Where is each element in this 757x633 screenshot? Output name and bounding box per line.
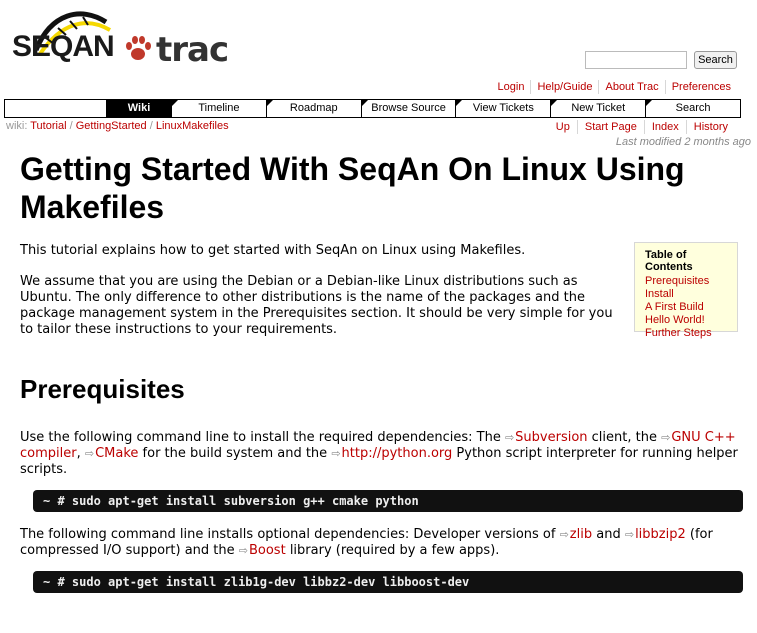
history-link[interactable]: History xyxy=(685,120,735,134)
toc-title: Table of Contents xyxy=(645,249,693,273)
toc-item-hello-world[interactable]: Hello World! xyxy=(645,314,737,327)
tab-roadmap[interactable]: Roadmap xyxy=(265,100,361,117)
tab-new-ticket[interactable]: New Ticket xyxy=(550,100,645,117)
last-modified: Last modified 2 months ago xyxy=(616,136,751,148)
external-link-icon: ⇨ xyxy=(624,528,635,541)
tab-timeline[interactable]: Timeline xyxy=(171,100,266,117)
prereq-text-2: client, the xyxy=(587,430,662,445)
breadcrumb: wiki: Tutorial / GettingStarted / LinuxM… xyxy=(6,120,229,132)
paw-icon xyxy=(126,36,151,60)
breadcrumb-separator: / xyxy=(149,120,153,132)
zlib-link-label: zlib xyxy=(569,527,593,542)
last-modified-prefix: Last modified xyxy=(615,136,682,148)
main-nav: Wiki Timeline Roadmap Browse Source View… xyxy=(4,99,741,118)
cmake-link-label: CMake xyxy=(95,446,139,461)
page-title: Getting Started With SeqAn On Linux Usin… xyxy=(20,151,685,225)
logo-seqan-text: SEQAN xyxy=(12,30,115,63)
intro-paragraph: This tutorial explains how to get starte… xyxy=(20,243,526,258)
optional-paragraph: The following command line installs opti… xyxy=(20,527,757,559)
subversion-link-label: Subversion xyxy=(515,430,588,445)
toc-item-install[interactable]: Install xyxy=(645,288,737,301)
python-link[interactable]: ⇨http://python.org xyxy=(331,446,452,461)
python-link-label: http://python.org xyxy=(341,446,453,461)
tab-browse-source[interactable]: Browse Source xyxy=(360,100,456,117)
start-page-link[interactable]: Start Page xyxy=(576,120,644,134)
optional-text-4: library (required by a few apps). xyxy=(285,543,500,558)
toc-item-further-steps[interactable]: Further Steps xyxy=(645,327,737,340)
up-link[interactable]: Up xyxy=(549,120,577,134)
meta-nav: Login Help/Guide About Trac Preferences xyxy=(492,80,737,94)
tab-search[interactable]: Search xyxy=(645,100,740,117)
login-link[interactable]: Login xyxy=(492,80,531,94)
optional-text-2: and xyxy=(592,527,625,542)
prereq-text-1: Use the following command line to instal… xyxy=(20,430,505,445)
breadcrumb-tutorial[interactable]: Tutorial xyxy=(30,120,66,132)
about-trac-link[interactable]: About Trac xyxy=(598,80,664,94)
search-button[interactable]: Search xyxy=(694,51,737,69)
search-input[interactable] xyxy=(585,51,687,69)
toc-item-prerequisites[interactable]: Prerequisites xyxy=(645,275,737,288)
external-link-icon: ⇨ xyxy=(238,544,248,557)
last-modified-age-link[interactable]: 2 months ago xyxy=(684,136,751,148)
prerequisites-paragraph: Use the following command line to instal… xyxy=(20,430,740,478)
boost-link[interactable]: ⇨Boost xyxy=(239,543,286,558)
subversion-link[interactable]: ⇨Subversion xyxy=(505,430,588,445)
toc-item-first-build[interactable]: A First Build xyxy=(645,301,737,314)
tab-wiki[interactable]: Wiki xyxy=(106,100,171,117)
zlib-link[interactable]: ⇨zlib xyxy=(560,527,593,542)
external-link-icon: ⇨ xyxy=(504,431,515,444)
external-link-icon: ⇨ xyxy=(84,447,95,460)
boost-link-label: Boost xyxy=(248,543,286,558)
libbzip2-link[interactable]: ⇨libbzip2 xyxy=(625,527,686,542)
optional-text-1: The following command line installs opti… xyxy=(20,527,560,542)
index-link[interactable]: Index xyxy=(643,120,686,134)
table-of-contents: Table of Contents Prerequisites Install … xyxy=(634,242,738,339)
context-nav: Up Start Page Index History xyxy=(549,120,735,134)
external-link-icon: ⇨ xyxy=(559,528,569,541)
code-block-required: ~ # sudo apt-get install subversion g++ … xyxy=(33,490,743,512)
libbzip2-link-label: libbzip2 xyxy=(635,527,686,542)
prereq-text-3: , xyxy=(76,446,85,461)
breadcrumb-linux-makefiles[interactable]: LinuxMakefiles xyxy=(156,120,229,132)
breadcrumb-separator: / xyxy=(69,120,73,132)
tab-view-tickets[interactable]: View Tickets xyxy=(455,100,550,117)
breadcrumb-getting-started[interactable]: GettingStarted xyxy=(76,120,147,132)
prereq-text-4: for the build system and the xyxy=(138,446,332,461)
help-guide-link[interactable]: Help/Guide xyxy=(530,80,598,94)
preferences-link[interactable]: Preferences xyxy=(664,80,737,94)
logo-trac-text: trac xyxy=(156,30,229,70)
section-title-prerequisites: Prerequisites xyxy=(20,374,185,404)
external-link-icon: ⇨ xyxy=(661,431,671,444)
cmake-link[interactable]: ⇨CMake xyxy=(85,446,139,461)
assume-paragraph: We assume that you are using the Debian … xyxy=(20,274,613,337)
code-block-optional: ~ # sudo apt-get install zlib1g-dev libb… xyxy=(33,571,743,593)
main-nav-spacer xyxy=(5,100,106,117)
logo[interactable]: SEQAN trac xyxy=(6,8,229,70)
external-link-icon: ⇨ xyxy=(331,447,341,460)
breadcrumb-prefix: wiki: xyxy=(6,120,28,132)
